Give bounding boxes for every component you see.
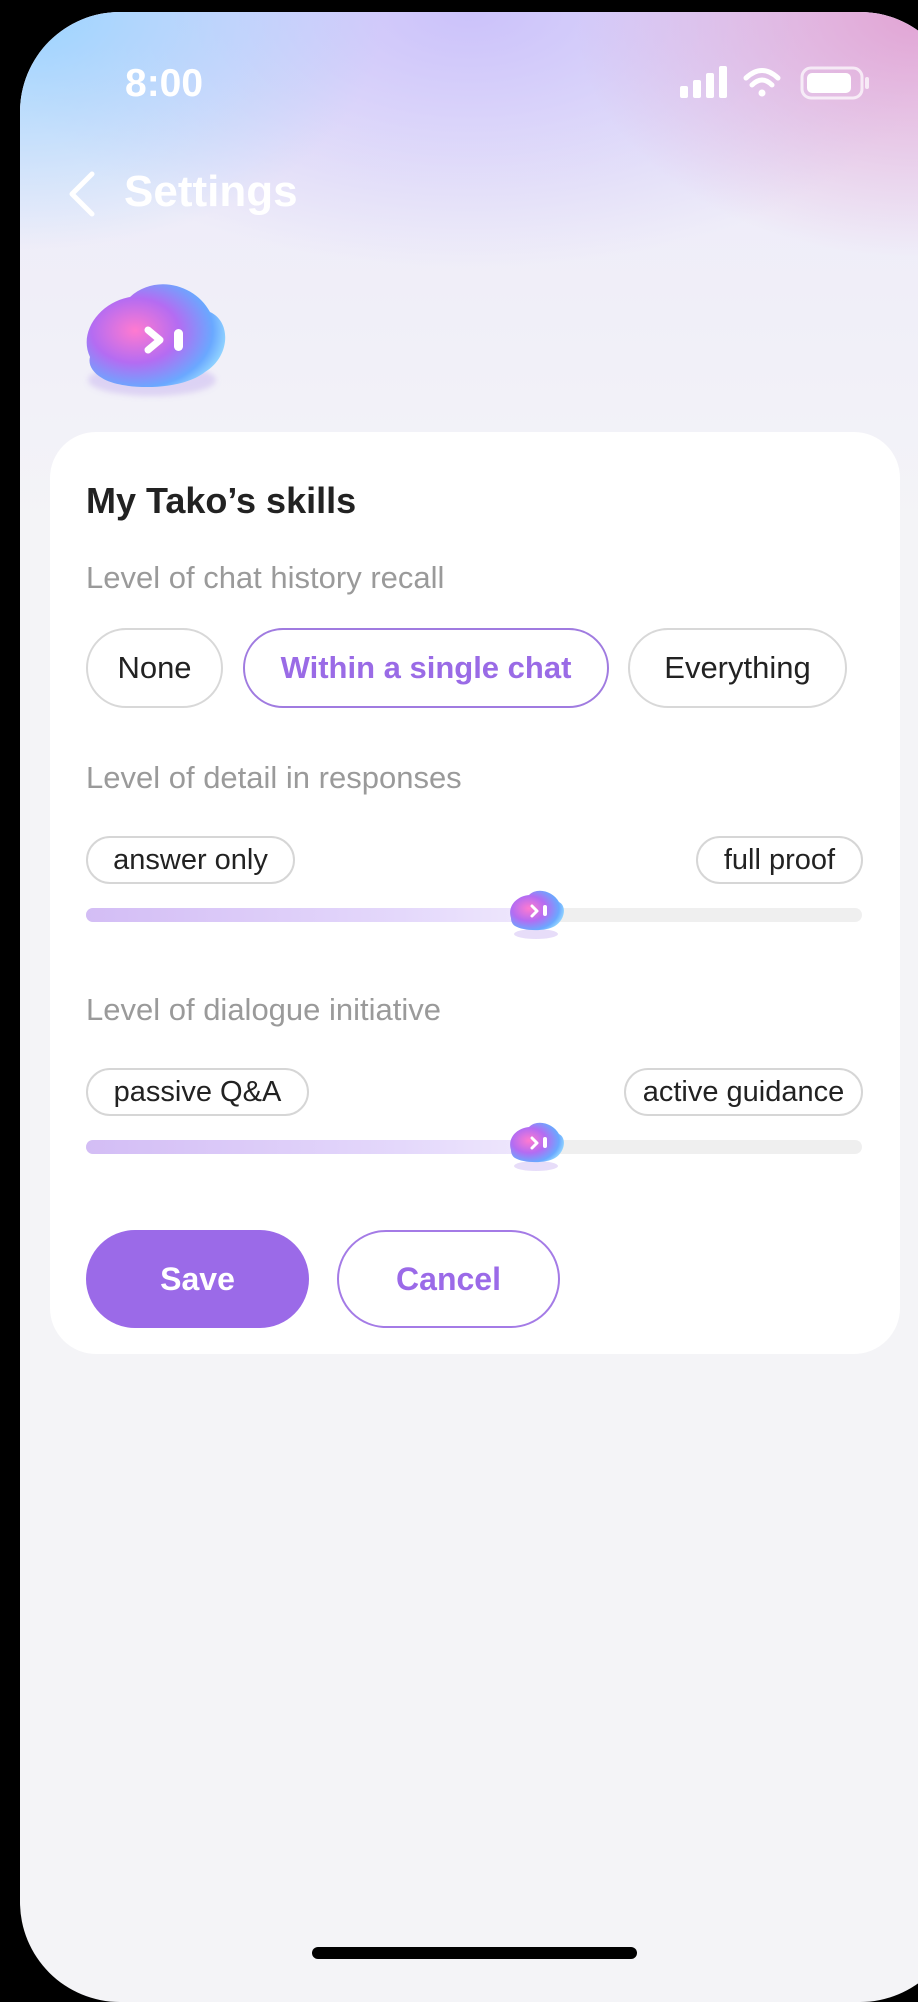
battery-icon <box>800 66 869 100</box>
initiative-slider-thumb-icon[interactable] <box>503 1114 569 1174</box>
recall-label: Level of chat history recall <box>86 560 445 595</box>
back-chevron-icon[interactable] <box>56 162 106 226</box>
recall-option-none[interactable]: None <box>86 628 223 708</box>
recall-option-label: None <box>117 650 192 685</box>
home-indicator[interactable] <box>312 1947 637 1959</box>
detail-slider-fill <box>86 908 537 922</box>
page-title: Settings <box>124 167 298 216</box>
detail-min-tag: answer only <box>86 836 295 884</box>
initiative-max-tag: active guidance <box>624 1068 863 1116</box>
detail-max-tag: full proof <box>696 836 863 884</box>
detail-label: Level of detail in responses <box>86 760 462 795</box>
tako-mascot-icon <box>86 284 226 396</box>
cancel-button[interactable]: Cancel <box>337 1230 560 1328</box>
detail-slider-thumb-icon[interactable] <box>503 882 569 942</box>
initiative-slider[interactable] <box>86 1122 862 1171</box>
save-button[interactable]: Save <box>86 1230 309 1328</box>
detail-slider[interactable] <box>86 890 862 939</box>
status-icons <box>680 66 869 100</box>
signal-icon <box>680 66 727 98</box>
initiative-slider-fill <box>86 1140 537 1154</box>
initiative-label: Level of dialogue initiative <box>86 992 442 1027</box>
initiative-min-tag: passive Q&A <box>86 1068 309 1116</box>
recall-option-label: Within a single chat <box>280 650 572 685</box>
card-title: My Tako’s skills <box>86 480 357 521</box>
wifi-icon <box>743 68 781 97</box>
recall-option-single-chat[interactable]: Within a single chat <box>243 628 609 708</box>
recall-option-label: Everything <box>664 650 811 685</box>
recall-option-everything[interactable]: Everything <box>628 628 847 708</box>
status-time: 8:00 <box>125 62 204 105</box>
skills-card: My Tako’s skills Level of chat history r… <box>50 432 900 1354</box>
phone-screen: 8:00 Settings My Tako’s skills Level of … <box>20 12 918 2002</box>
